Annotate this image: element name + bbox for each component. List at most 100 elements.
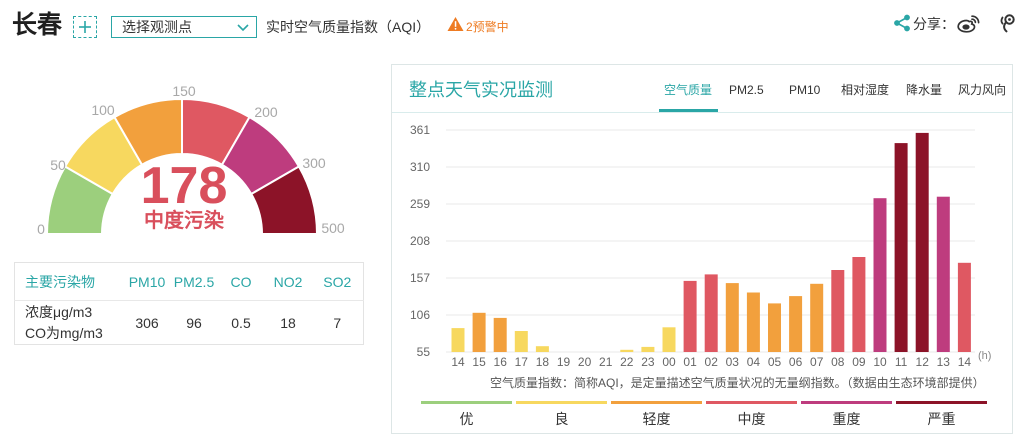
pollutant-value: 0.5 (217, 300, 265, 345)
aqi-bar (451, 328, 465, 352)
plus-icon (79, 21, 91, 33)
panel-divider (392, 112, 1012, 113)
x-tick-label: 06 (789, 355, 803, 369)
tab-humidity[interactable]: 相对湿度 (841, 83, 889, 97)
tab-precipitation[interactable]: 降水量 (906, 83, 942, 97)
unit-label-line: 浓度μg/m3 (25, 303, 93, 320)
pollutant-value: 7 (311, 300, 364, 345)
station-select-value: 选择观测点 (122, 19, 192, 35)
gauge-scale-label: 500 (321, 220, 345, 236)
x-tick-label: 09 (852, 355, 866, 369)
legend-label: 良 (554, 411, 569, 427)
x-tick-label: 13 (937, 355, 951, 369)
aqi-bar (894, 143, 908, 352)
aqi-bar (704, 274, 718, 352)
aqi-bar (725, 283, 739, 352)
legend-label: 中度 (737, 411, 766, 427)
aqi-bar (535, 346, 549, 352)
x-tick-label: 02 (705, 355, 719, 369)
aqi-level: 中度污染 (144, 210, 224, 232)
pollutant-header-label: 主要污染物 (25, 273, 95, 290)
tab-pm25[interactable]: PM2.5 (729, 83, 764, 97)
aqi-bar (873, 198, 887, 352)
legend-swatch-severe (896, 401, 987, 404)
aqi-bar (957, 262, 971, 352)
legend-swatch-moderate (706, 401, 797, 404)
x-tick-label: 03 (726, 355, 740, 369)
x-tick-label: 22 (620, 355, 634, 369)
aqi-bar (936, 196, 950, 352)
aqi-bar (662, 327, 676, 352)
share-label: 分享： (913, 16, 955, 32)
x-tick-label: 11 (895, 355, 908, 369)
weibo-icon[interactable] (957, 14, 981, 33)
aqi-bar (852, 257, 866, 352)
gauge-scale-label: 100 (91, 102, 115, 118)
chevron-down-icon (237, 24, 249, 32)
aqi-bar (768, 303, 781, 352)
x-tick-label: 16 (494, 355, 508, 369)
legend-swatch-heavy (801, 401, 892, 404)
unit-label: 浓度μg/m3 CO为mg/m3 (14, 300, 124, 345)
legend-swatch-good (516, 401, 607, 404)
x-tick-label: 15 (472, 355, 486, 369)
tab-pm10[interactable]: PM10 (789, 83, 820, 97)
aqi-bar (915, 132, 929, 352)
x-tick-label: 04 (747, 355, 761, 369)
legend-swatch-excellent (421, 401, 512, 404)
pollutant-value: 96 (170, 300, 218, 345)
pollutant-name: CO (230, 273, 252, 290)
tab-air-quality[interactable]: 空气质量 (664, 83, 712, 97)
x-tick-label: 19 (557, 355, 571, 369)
pollutant-name: SO2 (323, 273, 352, 290)
aqi-bar (789, 296, 803, 352)
x-tick-label: 21 (599, 355, 613, 369)
legend-label: 轻度 (642, 411, 671, 427)
x-tick-label: 14 (958, 355, 972, 369)
aqi-bar (514, 331, 528, 352)
x-axis-unit: (h) (978, 350, 991, 362)
pollutant-header-row: 主要污染物 PM10 PM2.5 CO NO2 SO2 (15, 263, 364, 301)
panel-title: 整点天气实况监测 (409, 80, 553, 100)
share-icon[interactable] (893, 14, 911, 32)
x-tick-label: 23 (641, 355, 655, 369)
pollutant-name: PM2.5 (173, 273, 215, 290)
x-tick-label: 20 (578, 355, 592, 369)
x-tick-label: 00 (662, 355, 676, 369)
aqi-bar (831, 270, 845, 352)
y-tick-label: 361 (410, 123, 430, 137)
pollutant-value-row: 浓度μg/m3 CO为mg/m3 306 96 0.5 18 7 (14, 300, 364, 345)
legend-label: 优 (459, 411, 474, 427)
aqi-title: 实时空气质量指数（AQI） (266, 19, 431, 35)
pollutant-table: 主要污染物 PM10 PM2.5 CO NO2 SO2 浓度μg/m3 CO为m… (14, 262, 364, 345)
x-tick-label: 17 (515, 355, 529, 369)
pollutant-name: PM10 (128, 273, 166, 290)
chart-bars (451, 132, 971, 352)
warning-link[interactable]: 2预警中 (466, 19, 509, 35)
x-tick-label: 01 (683, 355, 697, 369)
aqi-bar-chart: 361 310 259 208 157 106 55 14 15 16 17 18 19 20 21 22 23… (410, 123, 991, 369)
pollutant-value: 18 (264, 300, 312, 345)
y-tick-label: 310 (410, 160, 430, 174)
add-station-button[interactable] (73, 16, 97, 38)
gauge-scale-label: 0 (37, 221, 45, 237)
pollutant-value: 306 (123, 300, 171, 345)
unit-label-line: CO为mg/m3 (25, 324, 103, 341)
x-tick-label: 12 (916, 355, 930, 369)
tab-wind[interactable]: 风力风向 (958, 83, 1006, 97)
aqi-bar (620, 349, 634, 352)
x-tick-label: 05 (768, 355, 782, 369)
x-tick-label: 18 (536, 355, 550, 369)
station-select[interactable]: 选择观测点 (111, 16, 257, 38)
warning-icon[interactable] (447, 16, 464, 32)
aqi-bar (472, 312, 486, 352)
tencent-weibo-icon[interactable] (998, 13, 1018, 33)
aqi-bar (493, 317, 507, 352)
aqi-bar (746, 292, 760, 352)
city-name: 长春 (12, 11, 63, 39)
x-tick-label: 07 (810, 355, 824, 369)
y-tick-label: 208 (410, 234, 430, 248)
y-tick-label: 157 (410, 271, 430, 285)
legend-label: 严重 (927, 411, 956, 427)
gauge-scale-label: 50 (50, 157, 66, 173)
